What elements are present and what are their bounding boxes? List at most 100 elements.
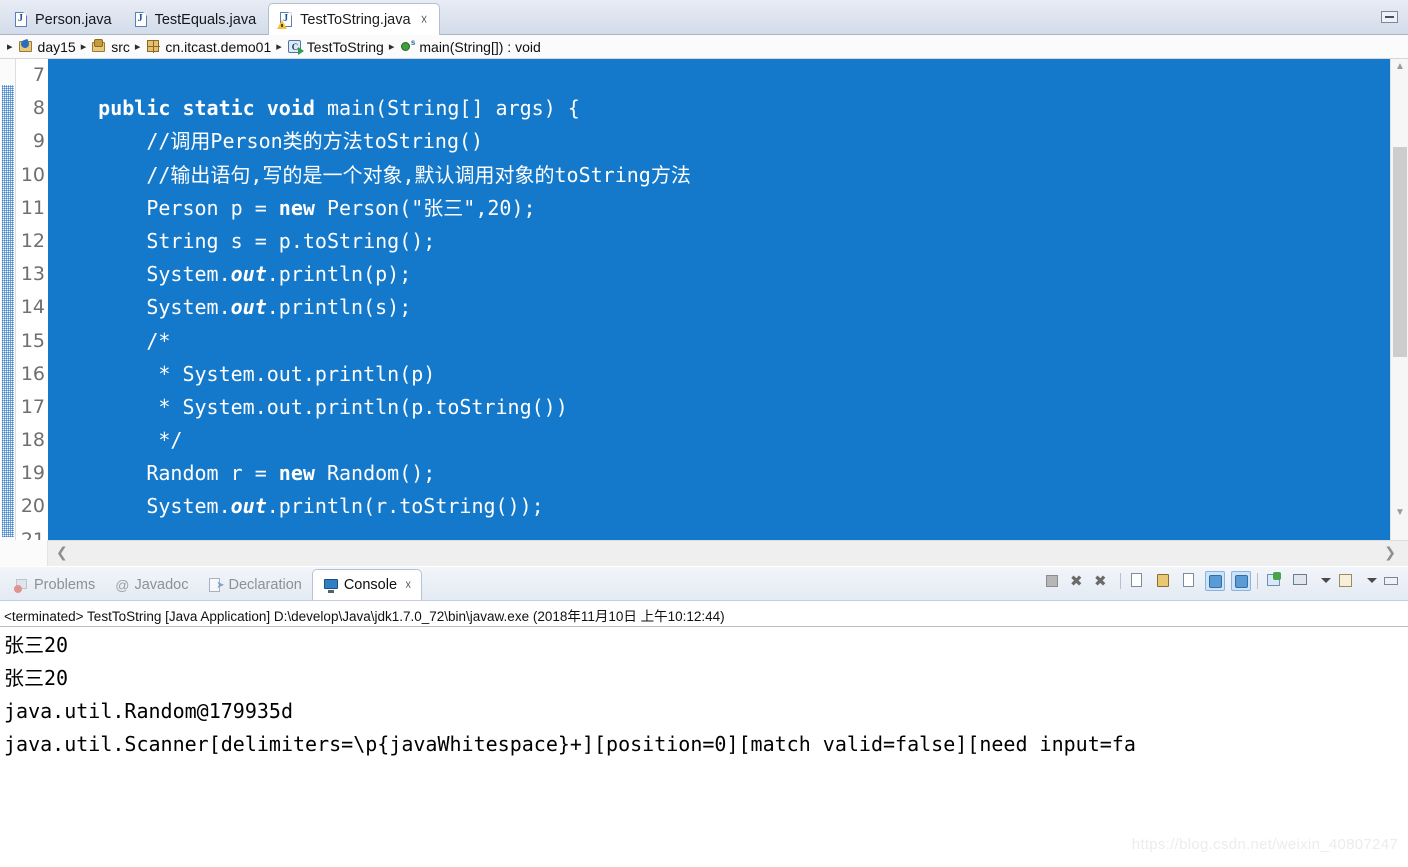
bottom-tab-console[interactable]: Console ☓ xyxy=(311,569,423,600)
open-console-dropdown[interactable] xyxy=(1362,571,1377,591)
method-icon: s xyxy=(399,38,415,54)
console-output-area[interactable]: 张三20 张三20 java.util.Random@179935d java.uti… xyxy=(0,627,1408,865)
line-number: 19 xyxy=(20,462,45,485)
bottom-tab-label: Declaration xyxy=(228,577,302,593)
breadcrumb-separator-icon: ▸ xyxy=(7,41,13,53)
pin-console-button[interactable] xyxy=(1264,571,1284,591)
code-line-19[interactable]: Random r = new Random(); xyxy=(48,457,1390,490)
code-editor[interactable]: 789101112131415161718192021 public stati… xyxy=(0,59,1408,551)
toolbar-separator-1 xyxy=(1120,573,1121,589)
bottom-tab-problems[interactable]: Problems xyxy=(4,570,105,600)
project-icon xyxy=(18,38,34,54)
line-number: 18 xyxy=(20,429,45,452)
code-line-14[interactable]: System.out.println(s); xyxy=(48,291,1390,324)
bottom-view-tab-bar: Problems @ Javadoc ➤ Declaration Console ☓ ✖ ✖ xyxy=(0,567,1408,601)
code-line-18[interactable]: */ xyxy=(48,424,1390,457)
breadcrumb-item-label: main(String[]) : void xyxy=(419,38,541,55)
editor-horizontal-scrollbar[interactable]: ❮ ❯ xyxy=(48,540,1408,566)
editor-tab-label: Person.java xyxy=(35,11,112,28)
code-line-7[interactable] xyxy=(48,59,1390,92)
display-selected-console-dropdown[interactable] xyxy=(1316,571,1331,591)
eclipse-ide-window: J Person.java J TestEquals.java J TestToStrin… xyxy=(0,0,1408,867)
line-number: 10 xyxy=(20,163,45,186)
breadcrumb-item-4[interactable]: C TestToString xyxy=(287,39,384,55)
bottom-tab-declaration[interactable]: ➤ Declaration xyxy=(198,570,311,600)
bottom-view-tabs-container: Problems @ Javadoc ➤ Declaration Console ☓ xyxy=(4,569,423,600)
terminate-button[interactable] xyxy=(1042,571,1062,591)
show-console-on-output-button[interactable] xyxy=(1205,571,1225,591)
scroll-left-arrow-icon[interactable]: ❮ xyxy=(56,545,68,561)
scroll-down-arrow-icon[interactable]: ▼ xyxy=(1395,507,1405,518)
code-text-area[interactable]: public static void main(String[] args) {… xyxy=(48,59,1390,540)
breadcrumb[interactable]: ▸ day15 ▸ src ▸ cn.itcast.demo01 ▸ C TestToStrin… xyxy=(0,35,1408,59)
class-icon: C xyxy=(287,39,304,55)
toolbar-separator-2 xyxy=(1257,573,1258,589)
clear-console-button[interactable] xyxy=(1127,571,1147,591)
package-icon xyxy=(145,39,161,54)
line-number: 11 xyxy=(20,196,45,219)
code-line-13[interactable]: System.out.println(p); xyxy=(48,258,1390,291)
bottom-tab-javadoc[interactable]: @ Javadoc xyxy=(105,570,198,600)
editor-tab-person-java[interactable]: J Person.java xyxy=(4,4,124,35)
breadcrumb-separator-icon: ▸ xyxy=(276,41,282,53)
java-file-icon: J xyxy=(134,11,149,28)
line-number: 7 xyxy=(32,64,45,86)
line-number: 13 xyxy=(20,263,45,286)
editor-vertical-scrollbar[interactable]: ▲ ▼ xyxy=(1390,59,1408,540)
scroll-up-arrow-icon[interactable]: ▲ xyxy=(1395,61,1405,72)
code-line-10[interactable]: //输出语句,写的是一个对象,默认调用对象的toString方法 xyxy=(48,159,1390,192)
console-process-header: <terminated> TestToString [Java Applicat… xyxy=(0,601,1408,627)
close-icon[interactable]: ☓ xyxy=(421,12,428,28)
code-line-12[interactable]: String s = p.toString(); xyxy=(48,225,1390,258)
word-wrap-button[interactable] xyxy=(1179,571,1199,591)
editor-bottom-left-corner xyxy=(0,540,48,566)
line-number: 17 xyxy=(20,395,45,418)
java-file-icon: J xyxy=(14,11,29,28)
change-bar xyxy=(2,85,14,537)
bottom-view-panel: Problems @ Javadoc ➤ Declaration Console ☓ ✖ ✖ xyxy=(0,567,1408,867)
console-icon xyxy=(323,578,339,593)
bottom-tab-label: Problems xyxy=(34,577,96,593)
close-icon[interactable]: ☓ xyxy=(405,578,411,592)
breadcrumb-item-label: src xyxy=(111,38,130,55)
problems-icon xyxy=(14,578,29,593)
editor-tab-testtostring-java[interactable]: J TestToString.java ☓ xyxy=(268,3,441,35)
open-console-button[interactable] xyxy=(1336,571,1356,591)
editor-tab-label: TestEquals.java xyxy=(154,11,257,28)
code-line-16[interactable]: * System.out.println(p) xyxy=(48,358,1390,391)
line-number: 20 xyxy=(20,495,45,518)
code-line-8[interactable]: public static void main(String[] args) { xyxy=(48,92,1390,125)
watermark-text: https://blog.csdn.net/weixin_40807247 xyxy=(1131,836,1398,853)
breadcrumb-separator-icon: ▸ xyxy=(388,41,395,53)
remove-all-terminated-button[interactable]: ✖ xyxy=(1094,571,1114,591)
line-number: 16 xyxy=(20,362,45,385)
code-line-15[interactable]: /* xyxy=(48,325,1390,358)
console-output-line-4: java.util.Scanner[delimiters=\p{javaWhit… xyxy=(4,732,1136,756)
editor-tab-testequals-java[interactable]: J TestEquals.java xyxy=(124,4,269,35)
minimize-view-button[interactable] xyxy=(1382,571,1402,591)
vertical-scrollbar-thumb[interactable] xyxy=(1393,147,1407,357)
breadcrumb-item-1[interactable]: day15 xyxy=(18,39,76,55)
console-output-line-2: 张三20 xyxy=(4,666,69,690)
bottom-tab-label: Javadoc xyxy=(134,577,189,593)
remove-launch-button[interactable]: ✖ xyxy=(1068,571,1088,591)
line-number-gutter: 789101112131415161718192021 xyxy=(17,59,48,551)
line-number: 14 xyxy=(20,296,45,319)
annotation-ruler[interactable] xyxy=(0,59,16,540)
breadcrumb-item-2[interactable]: src xyxy=(91,39,130,55)
minimize-editor-button[interactable] xyxy=(1381,11,1398,23)
scroll-right-arrow-icon[interactable]: ❯ xyxy=(1384,545,1396,561)
java-file-warning-icon: J xyxy=(277,11,294,29)
scroll-lock-button[interactable] xyxy=(1153,571,1173,591)
display-selected-console-button[interactable] xyxy=(1290,571,1310,591)
breadcrumb-item-3[interactable]: cn.itcast.demo01 xyxy=(145,39,271,55)
editor-tab-bar: J Person.java J TestEquals.java J TestToStrin… xyxy=(0,0,1408,35)
show-console-on-error-button[interactable] xyxy=(1231,571,1251,591)
code-line-11[interactable]: Person p = new Person("张三",20); xyxy=(48,192,1390,225)
code-line-20[interactable]: System.out.println(r.toString()); xyxy=(48,490,1390,523)
breadcrumb-item-5[interactable]: s main(String[]) : void xyxy=(399,38,541,55)
breadcrumb-item-label: TestToString xyxy=(306,38,384,55)
line-number: 9 xyxy=(32,130,45,153)
code-line-17[interactable]: * System.out.println(p.toString()) xyxy=(48,391,1390,424)
code-line-9[interactable]: //调用Person类的方法toString() xyxy=(48,125,1390,158)
